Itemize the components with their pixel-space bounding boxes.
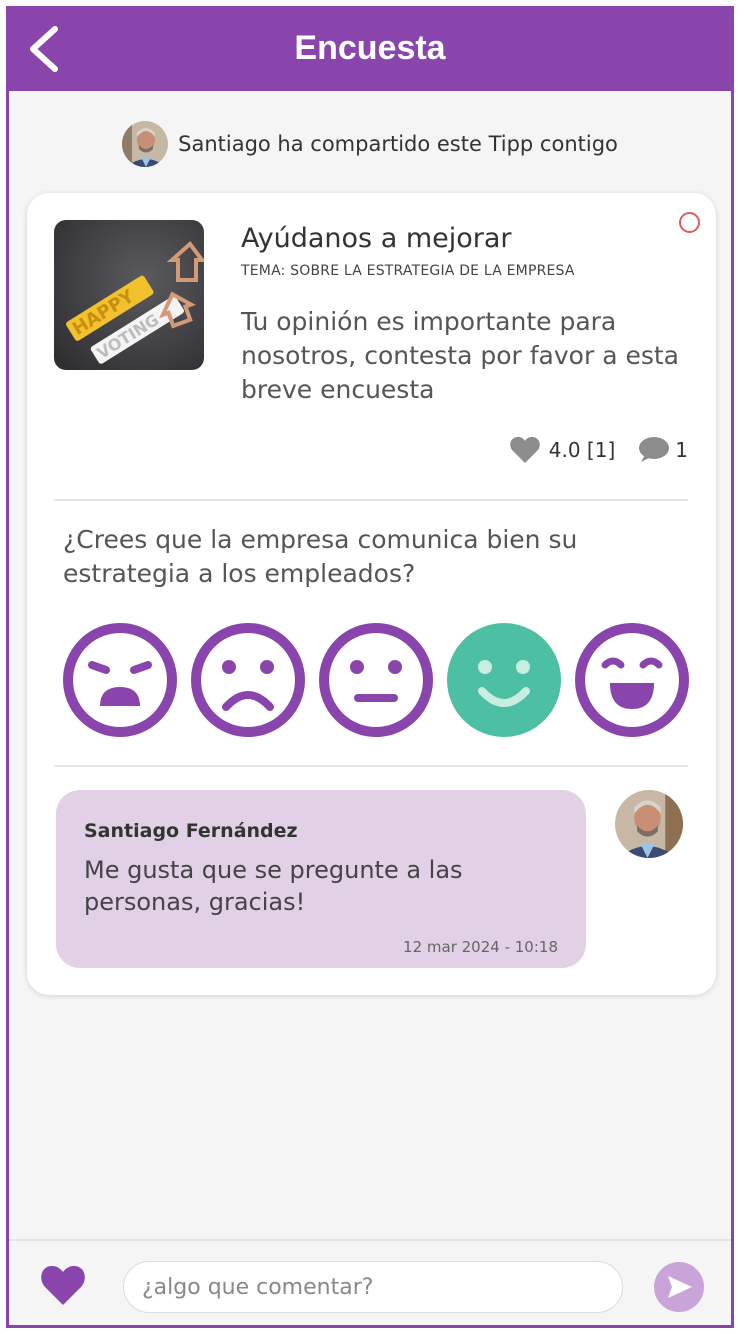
heart-icon[interactable] [39, 1263, 87, 1307]
divider [54, 499, 688, 501]
avatar [122, 121, 169, 167]
rating-faces [61, 621, 691, 741]
tipp-card: HAPPY VOTING Ayúdanos a mejorar TEMA: SO… [27, 193, 716, 995]
tipp-description: Tu opinión es importante para nosotros, … [241, 307, 679, 404]
heart-icon[interactable] [509, 435, 541, 465]
very-happy-face-icon[interactable] [573, 621, 691, 739]
comment-bar [9, 1239, 731, 1325]
shared-by-text: Santiago ha compartido este Tipp contigo [178, 132, 618, 156]
app-screen: Encuesta Santiago ha compartido este Tip… [6, 6, 734, 1328]
shared-by-row: Santiago ha compartido este Tipp contigo [9, 119, 731, 169]
tipp-stats: 4.0 [1] 1 [509, 433, 688, 467]
comment-input[interactable] [123, 1261, 623, 1313]
neutral-face-icon[interactable] [317, 621, 435, 739]
tipp-topic: TEMA: SOBRE LA ESTRATEGIA DE LA EMPRESA [241, 263, 575, 279]
back-button[interactable] [21, 21, 71, 77]
avatar[interactable] [615, 790, 683, 858]
top-bar: Encuesta [9, 9, 731, 91]
tipp-title: Ayúdanos a mejorar [241, 223, 512, 254]
status-indicator [679, 212, 700, 233]
comment-bubble: Santiago Fernández Me gusta que se pregu… [56, 790, 586, 968]
send-button[interactable] [654, 1262, 704, 1312]
comment-author: Santiago Fernández [84, 820, 298, 842]
survey-question: ¿Crees que la empresa comunica bien su e… [63, 525, 578, 588]
comment-icon[interactable] [637, 436, 670, 464]
page-title: Encuesta [294, 29, 446, 67]
tipp-image[interactable]: HAPPY VOTING [54, 220, 204, 370]
rating-value: 4.0 [1] [548, 438, 616, 462]
send-icon [668, 1276, 692, 1298]
comment-timestamp: 12 mar 2024 - 10:18 [403, 938, 558, 956]
divider [54, 765, 688, 767]
happy-face-icon[interactable] [445, 621, 563, 739]
comments-count: 1 [675, 438, 688, 462]
sad-face-icon[interactable] [189, 621, 307, 739]
chevron-left-icon [30, 26, 58, 72]
very-sad-face-icon[interactable] [61, 621, 179, 739]
comment-text: Me gusta que se pregunte a las personas,… [84, 856, 463, 916]
